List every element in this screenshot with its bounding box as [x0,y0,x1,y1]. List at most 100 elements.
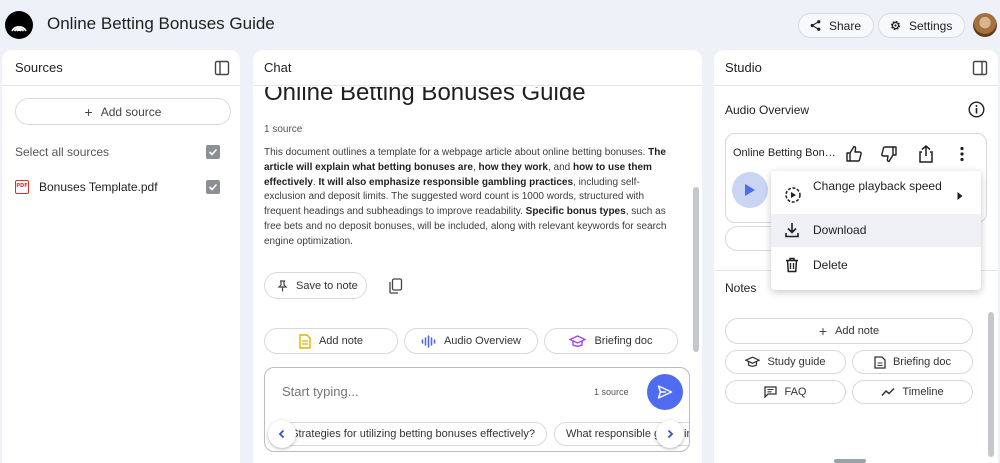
source-name: Bonuses Template.pdf [39,180,158,194]
audio-overview-chip[interactable]: Audio Overview [404,328,538,354]
chat-title: Chat [264,60,292,75]
play-icon [745,184,755,196]
timeline-icon [881,387,895,396]
scroll-left-button[interactable] [268,420,296,448]
check-icon [208,148,218,156]
document-icon [874,355,886,369]
settings-label: Settings [909,18,953,33]
menu-item-label: Delete [813,258,848,272]
pin-icon [277,279,288,291]
menu-item-download[interactable]: Download [771,214,981,247]
timeline-label: Timeline [902,386,944,398]
scroll-right-button[interactable] [656,420,684,448]
study-guide-label: Study guide [767,356,826,368]
briefing-doc-button[interactable]: Briefing doc [852,350,973,374]
studio-title: Studio [725,60,762,75]
briefing-doc-chip[interactable]: Briefing doc [544,328,678,354]
studio-scrollbar[interactable] [988,312,994,457]
notes-heading: Notes [725,281,757,295]
info-icon[interactable] [968,101,985,123]
summary-bold-text: how they work [478,161,548,173]
audio-overview-label: Audio Overview [443,335,522,347]
faq-button[interactable]: FAQ [725,380,846,404]
collapse-panel-icon[interactable] [972,60,988,81]
add-source-button[interactable]: + Add source [15,98,231,125]
sources-panel: Sources + Add source Select all sources … [2,50,240,463]
sources-header: Sources [2,50,240,86]
summary-text: , and [547,161,573,173]
more-vert-icon[interactable] [955,145,969,168]
chevron-right-icon [667,429,674,439]
avatar[interactable] [973,13,997,37]
graduation-cap-icon [745,356,761,367]
studio-add-note-label: Add note [835,325,880,337]
trash-icon [784,257,800,276]
note-icon [299,333,311,349]
audio-options-menu: Change playback speed Download Delete [771,171,981,290]
menu-item-playback-speed[interactable]: Change playback speed [771,177,981,213]
collapse-panel-icon[interactable] [214,60,230,81]
study-guide-button[interactable]: Study guide [725,350,846,374]
play-button[interactable] [732,172,768,208]
chat-scroll-area[interactable]: Online Betting Bonuses Guide 1 source Th… [253,87,702,359]
briefing-doc-label: Briefing doc [892,356,952,368]
chevron-right-icon [956,190,964,204]
gear-icon [890,20,901,31]
add-note-chip[interactable]: Add note [264,328,398,354]
plus-icon: + [818,323,828,339]
resize-handle[interactable] [834,459,866,463]
select-all-checkbox[interactable] [206,145,220,159]
menu-item-label: Change playback speed [813,179,942,193]
pdf-icon: PDF [15,180,29,194]
document-summary: This document outlines a template for a … [264,146,676,250]
save-to-note-label: Save to note [296,279,358,292]
composer-source-count: 1 source [594,387,629,397]
send-button[interactable] [647,374,683,410]
suggestion-chip[interactable]: Strategies for utilizing betting bonuses… [269,422,547,446]
share-button[interactable]: Share [798,13,875,38]
share-icon [810,20,821,31]
summary-bold-text: It will also emphasize responsible gambl… [318,176,574,188]
source-count: 1 source [264,124,303,135]
logo-icon [11,25,27,32]
share-label: Share [829,18,862,33]
thumbs-down-icon[interactable] [880,145,898,168]
audio-wave-icon [421,334,436,348]
notebook-title[interactable]: Online Betting Bonuses Guide [47,14,275,34]
summary-bold-text: Specific bonus types [525,206,626,218]
summary-text: This document outlines a template for a … [264,147,649,158]
app-logo[interactable] [5,11,33,39]
briefing-doc-label: Briefing doc [594,335,653,347]
copy-icon[interactable] [388,278,403,299]
menu-item-label: Download [813,223,867,237]
timeline-button[interactable]: Timeline [852,380,973,404]
add-source-label: Add source [100,104,162,119]
chat-composer: 1 source Strategies for utilizing bettin… [264,367,690,452]
graduation-cap-icon [569,334,587,347]
studio-header: Studio [714,50,998,86]
studio-add-note-button[interactable]: + Add note [725,318,973,344]
audio-card-title: Online Betting Bonuses Guide [733,147,841,159]
suggestion-text: Strategies for utilizing betting bonuses… [291,428,535,440]
send-icon [657,385,673,399]
save-to-note-button[interactable]: Save to note [264,272,367,299]
source-checkbox[interactable] [206,180,220,194]
check-icon [208,183,218,191]
chat-panel: Chat Online Betting Bonuses Guide 1 sour… [253,50,702,463]
menu-item-delete[interactable]: Delete [771,249,981,282]
chat-header: Chat [253,50,702,86]
sources-title: Sources [15,60,63,75]
settings-button[interactable]: Settings [878,13,966,38]
top-bar: Online Betting Bonuses Guide Share Setti… [0,0,1000,50]
chat-input[interactable] [282,384,572,399]
share-export-icon[interactable] [918,145,934,168]
faq-label: FAQ [784,386,807,398]
document-title: Online Betting Bonuses Guide [264,87,586,106]
select-all-label: Select all sources [15,145,110,159]
chat-scrollbar[interactable] [693,187,699,352]
plus-icon: + [84,103,93,120]
source-item[interactable]: PDF Bonuses Template.pdf [15,180,158,194]
faq-icon [764,386,778,398]
add-note-label: Add note [318,335,364,347]
thumbs-up-icon[interactable] [845,145,863,168]
